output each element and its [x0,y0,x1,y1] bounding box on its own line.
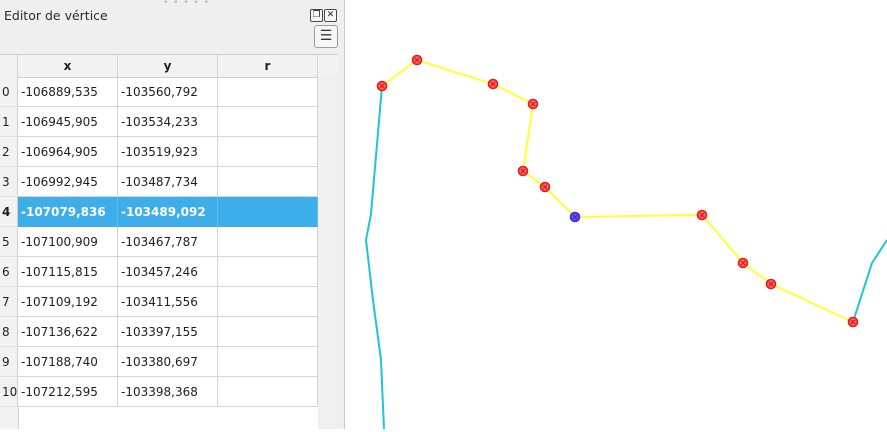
cell-y[interactable]: -103397,155 [118,317,218,347]
selected-vertex-marker[interactable] [569,211,581,223]
cell-x[interactable]: -106964,905 [18,137,118,167]
vertex-marker[interactable] [539,181,551,193]
cell-r[interactable] [218,107,318,137]
cell-y[interactable]: -103560,792 [118,77,218,107]
table-row[interactable]: 5 -107100,909 -103467,787 [0,227,318,257]
cell-r[interactable] [218,347,318,377]
edited-line [381,58,854,323]
cell-r[interactable] [218,227,318,257]
close-icon[interactable]: ✕ [324,9,337,22]
cell-y[interactable]: -103487,734 [118,167,218,197]
vertex-marker[interactable] [847,316,859,328]
row-header[interactable]: 8 [0,317,18,347]
cell-y[interactable]: -103519,923 [118,137,218,167]
vertex-marker[interactable] [765,278,777,290]
column-header-x[interactable]: x [18,55,118,77]
row-header[interactable]: 5 [0,227,18,257]
cell-r[interactable] [218,137,318,167]
vertex-table[interactable]: x y r 0 -106889,535 -103560,792 1 -106945,90… [0,54,338,429]
cell-x[interactable]: -107079,836 [18,197,118,227]
cell-x[interactable]: -107188,740 [18,347,118,377]
cell-x[interactable]: -106945,905 [18,107,118,137]
vertex-marker[interactable] [487,78,499,90]
cell-r[interactable] [218,257,318,287]
cell-x[interactable]: -107115,815 [18,257,118,287]
cell-x[interactable]: -107100,909 [18,227,118,257]
table-header: x y r [0,54,338,78]
panel-title: Editor de vértice [4,8,108,23]
table-row[interactable]: 4 -107079,836 -103489,092 [0,197,318,227]
cell-y[interactable]: -103534,233 [118,107,218,137]
float-icon[interactable]: ❐ [310,9,323,22]
cell-x[interactable]: -107136,622 [18,317,118,347]
table-row[interactable]: 1 -106945,905 -103534,233 [0,107,318,137]
map-svg[interactable] [345,0,887,430]
cell-r[interactable] [218,317,318,347]
row-header[interactable]: 7 [0,287,18,317]
table-row[interactable]: 7 -107109,192 -103411,556 [0,287,318,317]
row-header[interactable]: 2 [0,137,18,167]
cell-y[interactable]: -103467,787 [118,227,218,257]
adjacent-line-left [364,85,385,430]
cell-x[interactable]: -106889,535 [18,77,118,107]
vertex-marker[interactable] [737,257,749,269]
cell-r[interactable] [218,167,318,197]
vertex-marker[interactable] [411,54,423,66]
row-header[interactable]: 0 [0,77,18,107]
table-row[interactable]: 2 -106964,905 -103519,923 [0,137,318,167]
cell-x[interactable]: -107212,595 [18,377,118,407]
row-header[interactable]: 4 [0,197,18,227]
table-row[interactable]: 9 -107188,740 -103380,697 [0,347,318,377]
table-row[interactable]: 6 -107115,815 -103457,246 [0,257,318,287]
column-header-r[interactable]: r [218,55,318,77]
cell-x[interactable]: -106992,945 [18,167,118,197]
vertex-marker[interactable] [527,98,539,110]
cell-y[interactable]: -103398,368 [118,377,218,407]
row-header-filler [0,407,19,429]
vertex-marker[interactable] [517,165,529,177]
table-row[interactable]: 10 -107212,595 -103398,368 [0,377,318,407]
cell-r[interactable] [218,77,318,107]
cell-y[interactable]: -103380,697 [118,347,218,377]
cell-y[interactable]: -103489,092 [118,197,218,227]
vertex-marker[interactable] [696,209,708,221]
row-header[interactable]: 1 [0,107,18,137]
table-row[interactable]: 8 -107136,622 -103397,155 [0,317,318,347]
row-header[interactable]: 3 [0,167,18,197]
hamburger-menu-icon: ☰ [319,28,333,44]
table-row[interactable]: 3 -106992,945 -103487,734 [0,167,318,197]
vertical-scrollbar[interactable] [318,77,338,429]
cell-y[interactable]: -103457,246 [118,257,218,287]
vertex-editor-panel: Editor de vértice • • • • • ❐ ✕ ☰ x y r … [0,0,344,429]
row-header[interactable]: 6 [0,257,18,287]
cell-r[interactable] [218,287,318,317]
row-header[interactable]: 10 [0,377,18,407]
corner-header[interactable] [0,55,18,77]
cell-y[interactable]: -103411,556 [118,287,218,317]
cell-x[interactable]: -107109,192 [18,287,118,317]
table-body: 0 -106889,535 -103560,792 1 -106945,905 -1035… [0,77,318,407]
vertex-marker[interactable] [376,80,388,92]
table-row[interactable]: 0 -106889,535 -103560,792 [0,77,318,107]
column-header-y[interactable]: y [118,55,218,77]
row-header[interactable]: 9 [0,347,18,377]
cell-r[interactable] [218,197,318,227]
cell-r[interactable] [218,377,318,407]
menu-button[interactable]: ☰ [314,25,338,48]
dock-grip[interactable]: • • • • • [163,0,210,8]
adjacent-line-right [852,239,887,323]
map-canvas[interactable] [345,0,887,430]
